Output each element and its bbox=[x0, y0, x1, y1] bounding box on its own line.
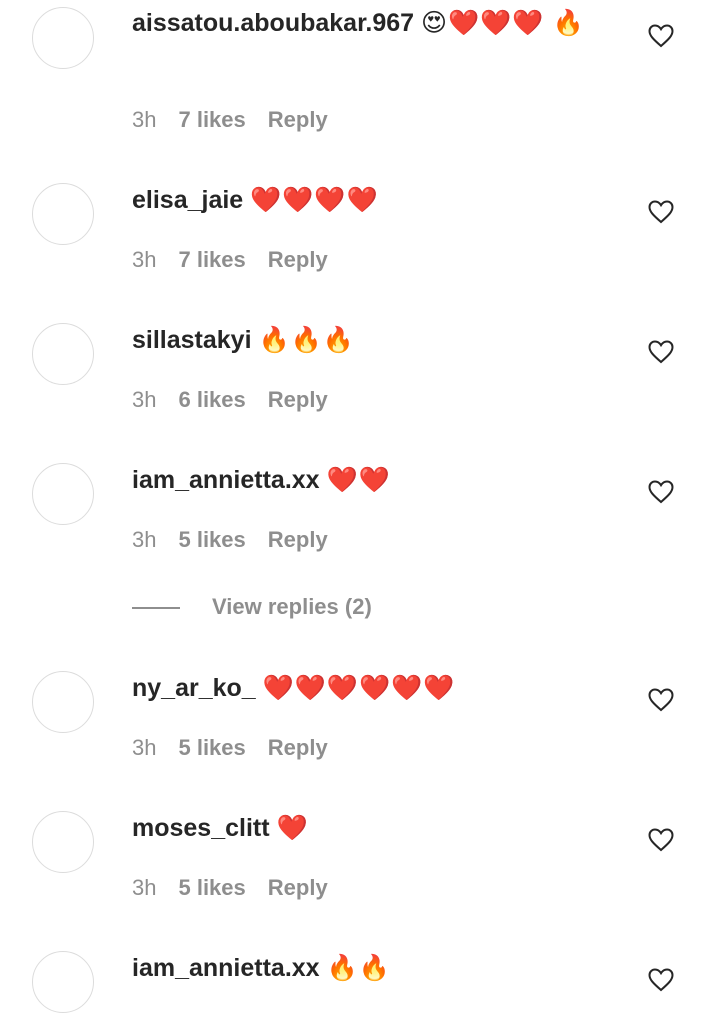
reply-button[interactable]: Reply bbox=[268, 247, 328, 272]
avatar[interactable] bbox=[32, 463, 94, 525]
comment-text: iam_annietta.xx ❤️❤️ bbox=[132, 462, 602, 498]
heart-outline-icon[interactable] bbox=[648, 24, 674, 48]
comment-time: 3h bbox=[132, 107, 157, 132]
comment-time: 3h bbox=[132, 735, 157, 760]
comment-text: iam_annietta.xx 🔥🔥 bbox=[132, 950, 602, 986]
comment-username[interactable]: elisa_jaie bbox=[132, 186, 243, 214]
comment-meta: 3h 5 likes Reply bbox=[132, 875, 328, 901]
comment-text: ny_ar_ko_ ❤️❤️❤️❤️❤️❤️ bbox=[132, 670, 602, 706]
comment-time: 3h bbox=[132, 527, 157, 552]
avatar[interactable] bbox=[32, 7, 94, 69]
comment-emoji: ❤️❤️ bbox=[326, 466, 391, 494]
comment-username[interactable]: iam_annietta.xx bbox=[132, 954, 320, 982]
comment-username[interactable]: moses_clitt bbox=[132, 814, 270, 842]
reply-button[interactable]: Reply bbox=[268, 875, 328, 900]
comment-emoji: ❤️❤️❤️❤️ bbox=[250, 186, 379, 214]
reply-button[interactable]: Reply bbox=[268, 527, 328, 552]
comment-meta: 3h 7 likes Reply bbox=[132, 107, 328, 133]
avatar[interactable] bbox=[32, 811, 94, 873]
comment-emoji: 🔥🔥 bbox=[326, 954, 391, 982]
comment-emoji: ❤️❤️❤️❤️❤️❤️ bbox=[262, 674, 456, 702]
comment-meta: 3h 5 likes Reply bbox=[132, 735, 328, 761]
comment-username[interactable]: ny_ar_ko_ bbox=[132, 674, 256, 702]
comment-time: 3h bbox=[132, 875, 157, 900]
reply-button[interactable]: Reply bbox=[268, 735, 328, 760]
heart-outline-icon[interactable] bbox=[648, 480, 674, 504]
comment-likes[interactable]: 7 likes bbox=[178, 247, 245, 272]
comment-meta: 3h 5 likes Reply bbox=[132, 527, 328, 553]
view-replies-label[interactable]: View replies (2) bbox=[212, 592, 372, 622]
comment-username[interactable]: sillastakyi bbox=[132, 326, 252, 354]
comment-text: moses_clitt ❤️ bbox=[132, 810, 602, 846]
comment-emoji: 😍❤️❤️❤️ 🔥 bbox=[421, 9, 585, 37]
avatar[interactable] bbox=[32, 951, 94, 1013]
comment-meta: 3h 6 likes Reply bbox=[132, 387, 328, 413]
avatar[interactable] bbox=[32, 671, 94, 733]
view-replies-button[interactable]: View replies (2) bbox=[132, 592, 532, 622]
comment-time: 3h bbox=[132, 247, 157, 272]
heart-outline-icon[interactable] bbox=[648, 828, 674, 852]
comment-likes[interactable]: 5 likes bbox=[178, 875, 245, 900]
avatar[interactable] bbox=[32, 183, 94, 245]
comment-time: 3h bbox=[132, 387, 157, 412]
comment-username[interactable]: aissatou.aboubakar.967 bbox=[132, 9, 414, 37]
reply-button[interactable]: Reply bbox=[268, 107, 328, 132]
comment-likes[interactable]: 6 likes bbox=[178, 387, 245, 412]
comment-likes[interactable]: 7 likes bbox=[178, 107, 245, 132]
comment-text: elisa_jaie ❤️❤️❤️❤️ bbox=[132, 182, 602, 218]
comment-text: aissatou.aboubakar.967 😍❤️❤️❤️ 🔥 bbox=[132, 5, 602, 41]
avatar[interactable] bbox=[32, 323, 94, 385]
comment-meta: 3h 7 likes Reply bbox=[132, 247, 328, 273]
replies-divider bbox=[132, 607, 180, 609]
heart-outline-icon[interactable] bbox=[648, 200, 674, 224]
heart-outline-icon[interactable] bbox=[648, 340, 674, 364]
comment-emoji: ❤️ bbox=[276, 814, 309, 842]
heart-outline-icon[interactable] bbox=[648, 688, 674, 712]
comment-username[interactable]: iam_annietta.xx bbox=[132, 466, 320, 494]
comment-likes[interactable]: 5 likes bbox=[178, 527, 245, 552]
comment-emoji: 🔥🔥🔥 bbox=[258, 326, 355, 354]
reply-button[interactable]: Reply bbox=[268, 387, 328, 412]
heart-outline-icon[interactable] bbox=[648, 968, 674, 992]
comment-likes[interactable]: 5 likes bbox=[178, 735, 245, 760]
comment-text: sillastakyi 🔥🔥🔥 bbox=[132, 322, 602, 358]
